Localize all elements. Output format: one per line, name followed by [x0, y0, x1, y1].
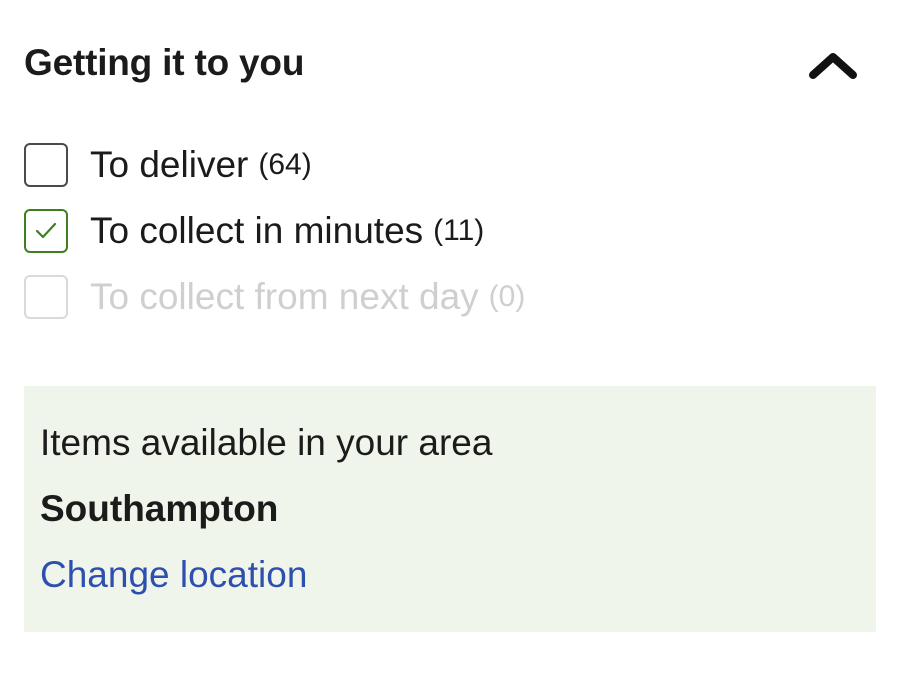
chevron-up-icon[interactable]: [806, 48, 860, 82]
change-location-link[interactable]: Change location: [40, 554, 307, 596]
filter-section-header[interactable]: Getting it to you: [24, 38, 860, 94]
to-collect-in-minutes-checkbox[interactable]: [24, 209, 68, 253]
to-collect-from-next-day-checkbox: [24, 275, 68, 319]
option-to-deliver[interactable]: To deliver (64): [24, 132, 525, 198]
location-panel: Items available in your area Southampton…: [24, 386, 876, 632]
option-to-collect-from-next-day: To collect from next day (0): [24, 264, 525, 330]
location-name: Southampton: [40, 488, 279, 529]
option-count: (64): [258, 148, 312, 181]
option-label: To collect in minutes: [90, 210, 424, 251]
option-label: To deliver: [90, 144, 249, 185]
location-heading: Items available in your area: [40, 422, 493, 463]
filter-section-title: Getting it to you: [24, 42, 305, 83]
option-count: (11): [433, 214, 485, 247]
option-to-collect-in-minutes[interactable]: To collect in minutes (11): [24, 198, 525, 264]
checkmark-icon: [35, 222, 57, 239]
option-label: To collect from next day: [90, 276, 479, 317]
option-count: (0): [488, 280, 526, 313]
to-deliver-checkbox[interactable]: [24, 143, 68, 187]
delivery-options-list: To deliver (64) To collect in minutes (1…: [24, 132, 525, 330]
